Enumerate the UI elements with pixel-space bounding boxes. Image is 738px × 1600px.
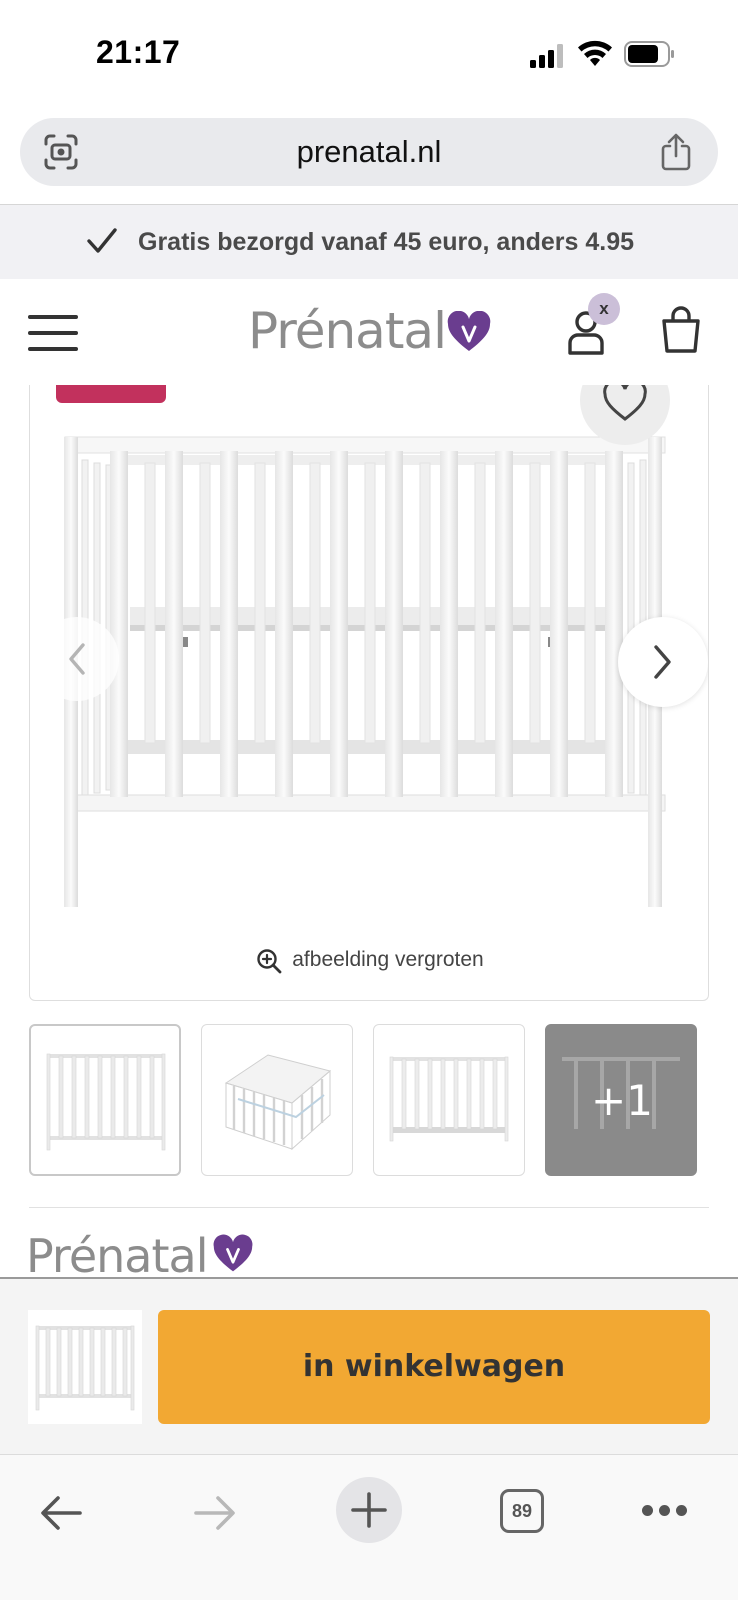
heart-logo-icon bbox=[213, 1234, 253, 1272]
forward-arrow-icon[interactable] bbox=[192, 1493, 238, 1533]
thumbnail-1[interactable] bbox=[29, 1024, 181, 1176]
sticky-product-thumbnail bbox=[28, 1310, 142, 1424]
promo-banner: Gratis bezorgd vanaf 45 euro, anders 4.9… bbox=[0, 205, 738, 279]
url-text[interactable]: prenatal.nl bbox=[20, 118, 718, 186]
heart-outline-icon bbox=[603, 385, 647, 421]
wifi-icon bbox=[578, 40, 612, 66]
sticky-add-to-cart-bar: in winkelwagen bbox=[0, 1277, 738, 1454]
shopping-bag-icon[interactable] bbox=[660, 305, 702, 355]
browser-toolbar: 89 bbox=[0, 1454, 738, 1600]
more-images-count: +1 bbox=[591, 1076, 653, 1125]
brand-logo[interactable]: Prénatal bbox=[26, 1228, 266, 1278]
share-icon[interactable] bbox=[658, 132, 694, 172]
new-tab-button[interactable] bbox=[336, 1477, 402, 1543]
brand-logo-text: Prénatal bbox=[26, 1229, 208, 1278]
chevron-left-icon bbox=[69, 643, 85, 675]
address-bar[interactable]: prenatal.nl bbox=[20, 118, 718, 186]
checkmark-icon bbox=[87, 228, 117, 253]
next-image-button[interactable] bbox=[618, 617, 708, 707]
playpen-thumbnail-image bbox=[224, 1054, 332, 1151]
product-image-crib bbox=[64, 436, 666, 907]
divider bbox=[29, 1207, 709, 1208]
crib-thumbnail-image bbox=[389, 1056, 509, 1142]
crib-thumbnail-image bbox=[46, 1053, 166, 1151]
promo-text: Gratis bezorgd vanaf 45 euro, anders 4.9… bbox=[138, 228, 635, 256]
battery-icon bbox=[624, 41, 674, 67]
crib-thumbnail-image bbox=[35, 1325, 135, 1411]
account-badge[interactable]: x bbox=[588, 293, 620, 325]
cellular-signal-icon bbox=[530, 44, 563, 68]
previous-image-button[interactable] bbox=[35, 617, 119, 701]
thumbnail-3[interactable] bbox=[373, 1024, 525, 1176]
thumbnail-2[interactable] bbox=[201, 1024, 353, 1176]
logo-text: Prénatal bbox=[248, 302, 447, 360]
status-bar: 21:17 bbox=[0, 0, 738, 108]
zoom-image-link[interactable]: afbeelding vergroten bbox=[30, 940, 708, 980]
site-header: Prénatal x bbox=[0, 279, 738, 385]
zoom-label: afbeelding vergroten bbox=[292, 948, 484, 971]
add-to-cart-button[interactable]: in winkelwagen bbox=[158, 1310, 710, 1424]
more-options-icon[interactable] bbox=[642, 1505, 688, 1517]
thumbnail-more[interactable]: +1 bbox=[545, 1024, 697, 1176]
product-image-card[interactable]: afbeelding vergroten bbox=[29, 385, 709, 1001]
chevron-right-icon bbox=[654, 645, 671, 679]
hamburger-menu-icon[interactable] bbox=[28, 315, 78, 351]
heart-logo-icon bbox=[447, 311, 491, 351]
plus-icon bbox=[351, 1492, 387, 1528]
tab-switcher-button[interactable]: 89 bbox=[500, 1489, 544, 1533]
zoom-in-icon bbox=[257, 949, 282, 974]
back-arrow-icon[interactable] bbox=[38, 1493, 84, 1533]
status-time: 21:17 bbox=[96, 34, 181, 70]
sale-tag bbox=[56, 385, 166, 403]
thumbnail-strip: +1 bbox=[29, 1024, 709, 1176]
